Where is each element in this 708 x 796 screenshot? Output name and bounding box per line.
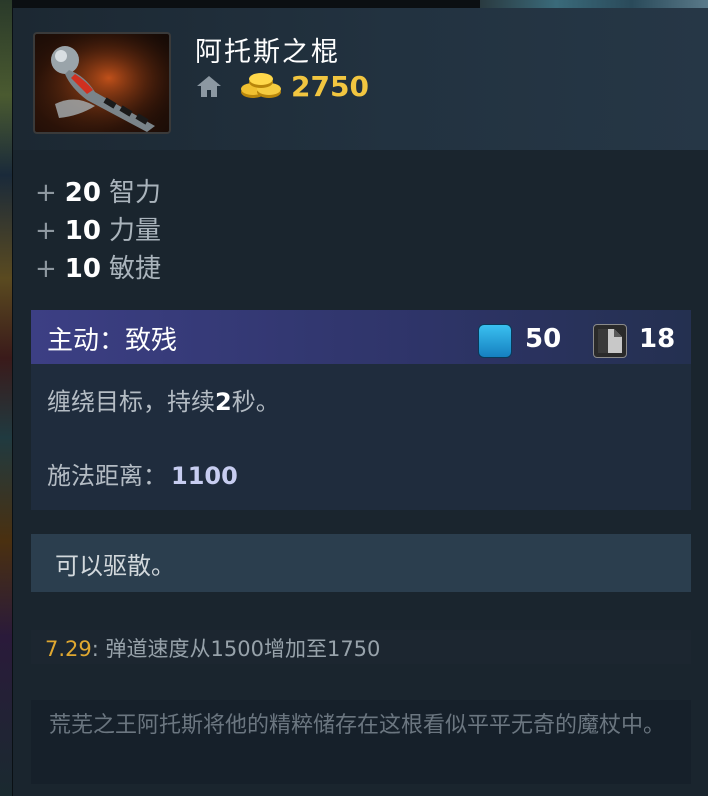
item-image [33, 32, 171, 134]
stat-name: 智力 [108, 178, 161, 208]
rod-of-atos-icon [35, 34, 169, 132]
stat-value: 10 [64, 254, 101, 284]
stat-agility: +10 敏捷 [35, 250, 161, 288]
description-suffix: 秒。 [231, 388, 280, 416]
patch-version: 7.29 [45, 637, 92, 661]
tooltip-header: 阿托斯之棍 2750 [13, 8, 708, 150]
active-ability-description: 缠绕目标，持续2秒。 [47, 382, 280, 417]
cast-range-value: 1100 [171, 462, 238, 490]
dispel-note-block: 可以驱散。 [31, 534, 691, 592]
patch-note-text: : 弹道速度从1500增加至1750 [91, 637, 381, 661]
description-duration: 2 [215, 388, 232, 416]
stat-value: 10 [64, 216, 101, 246]
cooldown-icon-graphic [598, 329, 622, 353]
stat-plus: + [35, 216, 57, 246]
background-strip [0, 0, 12, 796]
stat-plus: + [35, 178, 57, 208]
lore-block: 荒芜之王阿托斯将他的精粹储存在这根看似平平无奇的魔杖中。 [31, 700, 691, 784]
dispel-note: 可以驱散。 [55, 552, 175, 580]
patch-note-block: 7.29: 弹道速度从1500增加至1750 [31, 630, 691, 664]
item-cost: 2750 [291, 70, 369, 103]
gold-coins-icon [241, 73, 281, 98]
lore-text: 荒芜之王阿托斯将他的精粹储存在这根看似平平无奇的魔杖中。 [49, 713, 666, 738]
cooldown-value: 18 [639, 324, 676, 354]
active-ability-title: 主动：致残 [47, 326, 178, 356]
patch-note: 7.29: 弹道速度从1500增加至1750 [45, 633, 380, 663]
item-tooltip: 阿托斯之棍 2750 +20智力 +10力量 +10敏捷 主动：致残 50 [12, 8, 708, 796]
stat-name: 敏捷 [108, 254, 161, 284]
cast-range: 施法距离： 1100 [47, 456, 238, 491]
stat-value: 20 [64, 178, 101, 208]
description-prefix: 缠绕目标，持续 [47, 388, 215, 416]
stat-plus: + [35, 254, 57, 284]
mana-cost: 50 [525, 324, 562, 354]
item-name: 阿托斯之棍 [195, 37, 340, 68]
home-icon [197, 76, 221, 97]
stat-strength: +10 力量 [35, 212, 161, 250]
stat-intelligence: +20 智力 [35, 174, 161, 212]
mana-icon [478, 324, 512, 358]
cast-range-label: 施法距离： [47, 462, 167, 490]
item-stats: +20 智力 +10 力量 +10 敏捷 [35, 174, 161, 288]
active-ability-header: 主动：致残 50 18 [31, 310, 691, 364]
background-top-strip [480, 0, 708, 8]
active-ability-block: 主动：致残 50 18 缠绕目标，持续2秒。 施法距离： 1100 [31, 310, 691, 510]
stat-name: 力量 [108, 216, 161, 246]
cooldown-icon [593, 324, 627, 358]
